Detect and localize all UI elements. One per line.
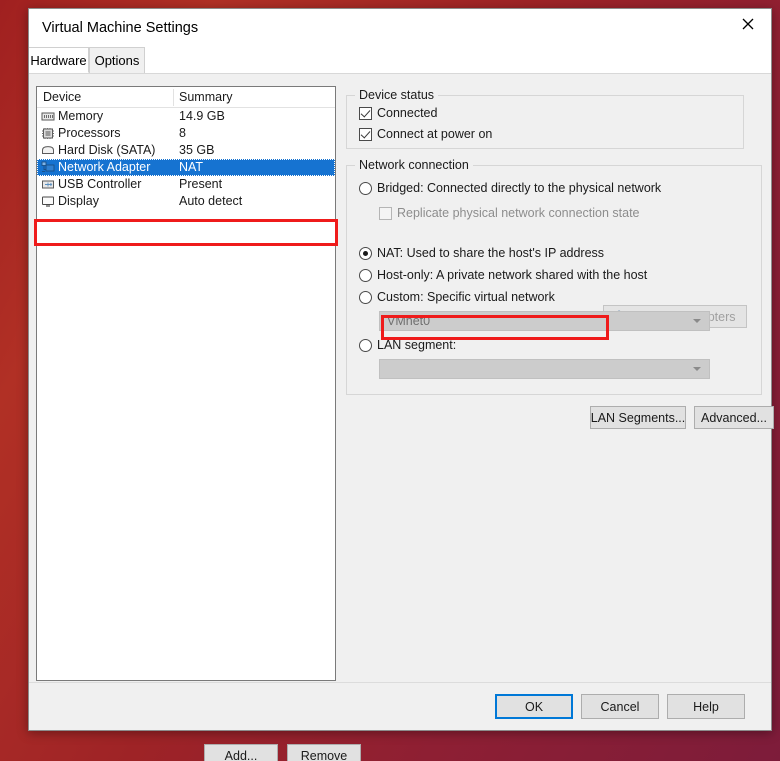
device-name: Display: [58, 194, 99, 208]
add-button[interactable]: Add...: [204, 744, 278, 761]
connected-checkbox[interactable]: [359, 106, 372, 120]
connected-label: Connected: [377, 106, 438, 120]
radio-bridged-row[interactable]: Bridged: Connected directly to the physi…: [359, 181, 661, 195]
radio-custom-label: Custom: Specific virtual network: [377, 290, 555, 304]
close-glyph: [742, 18, 754, 30]
device-name: Network Adapter: [58, 160, 151, 174]
tab-options[interactable]: Options: [89, 47, 145, 73]
device-summary: 14.9 GB: [179, 109, 225, 123]
radio-nat[interactable]: [359, 246, 372, 260]
dialog-content: Device Summary Memory 14.9 GB Processors…: [29, 73, 774, 761]
advanced-button[interactable]: Advanced...: [694, 406, 774, 429]
cancel-button-label: Cancel: [600, 699, 640, 714]
network-connection-legend: Network connection: [355, 158, 473, 172]
column-header-summary: Summary: [179, 90, 233, 104]
advanced-label: Advanced...: [700, 410, 767, 425]
device-name: USB Controller: [58, 177, 142, 191]
tab-hardware-label: Hardware: [30, 52, 87, 68]
add-button-label: Add...: [224, 748, 258, 761]
network-connection-group: Network connection Bridged: Connected di…: [346, 158, 762, 395]
display-icon: [41, 195, 55, 208]
lan-segments-label: LAN Segments...: [590, 410, 686, 425]
processor-icon: [41, 127, 55, 140]
close-icon[interactable]: [725, 9, 771, 39]
custom-network-value: VMnet0: [387, 314, 431, 328]
device-list-header: Device Summary: [37, 87, 335, 108]
connect-at-power-on-checkbox-row[interactable]: Connect at power on: [359, 127, 492, 141]
custom-network-select: VMnet0: [379, 311, 710, 331]
device-summary: NAT: [179, 160, 204, 174]
table-row[interactable]: Display Auto detect: [37, 193, 335, 210]
dialog-footer: OK Cancel Help: [29, 682, 771, 730]
lan-segment-select: [379, 359, 710, 379]
radio-lan-segment[interactable]: [359, 338, 372, 352]
remove-button-label: Remove: [300, 748, 348, 761]
radio-custom-row[interactable]: Custom: Specific virtual network: [359, 290, 555, 304]
column-header-device: Device: [43, 90, 82, 104]
radio-lan-segment-label: LAN segment:: [377, 338, 457, 352]
tab-options-label: Options: [94, 53, 140, 68]
table-row[interactable]: Hard Disk (SATA) 35 GB: [37, 142, 335, 159]
usb-controller-icon: [41, 178, 55, 191]
connected-checkbox-row[interactable]: Connected: [359, 106, 437, 120]
radio-nat-row[interactable]: NAT: Used to share the host's IP address: [359, 246, 604, 260]
help-button-label: Help: [693, 699, 719, 714]
device-summary: 8: [179, 126, 186, 140]
table-row-network-adapter[interactable]: Network Adapter NAT: [37, 159, 335, 176]
remove-button[interactable]: Remove: [287, 744, 361, 761]
connect-at-power-on-label: Connect at power on: [377, 127, 493, 141]
title-bar: Virtual Machine Settings: [29, 9, 771, 47]
chevron-down-icon: [693, 367, 701, 371]
replicate-physical-network-label: Replicate physical network connection st…: [397, 206, 640, 220]
device-summary: Present: [179, 177, 223, 191]
radio-host-only-row[interactable]: Host-only: A private network shared with…: [359, 268, 647, 282]
radio-nat-label: NAT: Used to share the host's IP address: [377, 246, 605, 260]
radio-lan-segment-row[interactable]: LAN segment:: [359, 338, 456, 352]
column-divider: [173, 89, 174, 106]
device-status-legend: Device status: [355, 88, 439, 102]
radio-host-only[interactable]: [359, 268, 372, 282]
hard-disk-icon: [41, 144, 55, 157]
replicate-physical-network-row: Replicate physical network connection st…: [379, 206, 640, 220]
tab-strip: Hardware Options: [29, 47, 771, 73]
device-name: Processors: [58, 126, 121, 140]
table-row[interactable]: Processors 8: [37, 125, 335, 142]
settings-panel: Device status Connected Connect at power…: [346, 86, 774, 681]
device-summary: 35 GB: [179, 143, 215, 157]
radio-host-only-label: Host-only: A private network shared with…: [377, 268, 648, 282]
device-name: Hard Disk (SATA): [58, 143, 156, 157]
chevron-down-icon: [693, 319, 701, 323]
device-status-group: Device status Connected Connect at power…: [346, 88, 744, 149]
ok-button[interactable]: OK: [495, 694, 573, 719]
virtual-machine-settings-dialog: Virtual Machine Settings Hardware Option…: [28, 8, 774, 761]
tab-hardware[interactable]: Hardware: [29, 47, 89, 73]
ok-button-label: OK: [524, 699, 544, 714]
connect-at-power-on-checkbox[interactable]: [359, 127, 372, 141]
device-summary: Auto detect: [179, 194, 243, 208]
table-row[interactable]: Memory 14.9 GB: [37, 108, 335, 125]
help-button[interactable]: Help: [667, 694, 745, 719]
radio-custom[interactable]: [359, 290, 372, 304]
window-title: Virtual Machine Settings: [42, 20, 199, 36]
device-list[interactable]: Device Summary Memory 14.9 GB Processors…: [36, 86, 336, 681]
radio-bridged-label: Bridged: Connected directly to the physi…: [377, 181, 662, 195]
network-adapter-icon: [41, 161, 55, 174]
memory-icon: [41, 110, 55, 123]
table-row[interactable]: USB Controller Present: [37, 176, 335, 193]
radio-bridged[interactable]: [359, 181, 372, 195]
cancel-button[interactable]: Cancel: [581, 694, 659, 719]
device-name: Memory: [58, 109, 104, 123]
lan-segments-button[interactable]: LAN Segments...: [590, 406, 686, 429]
replicate-physical-network-checkbox: [379, 206, 392, 220]
